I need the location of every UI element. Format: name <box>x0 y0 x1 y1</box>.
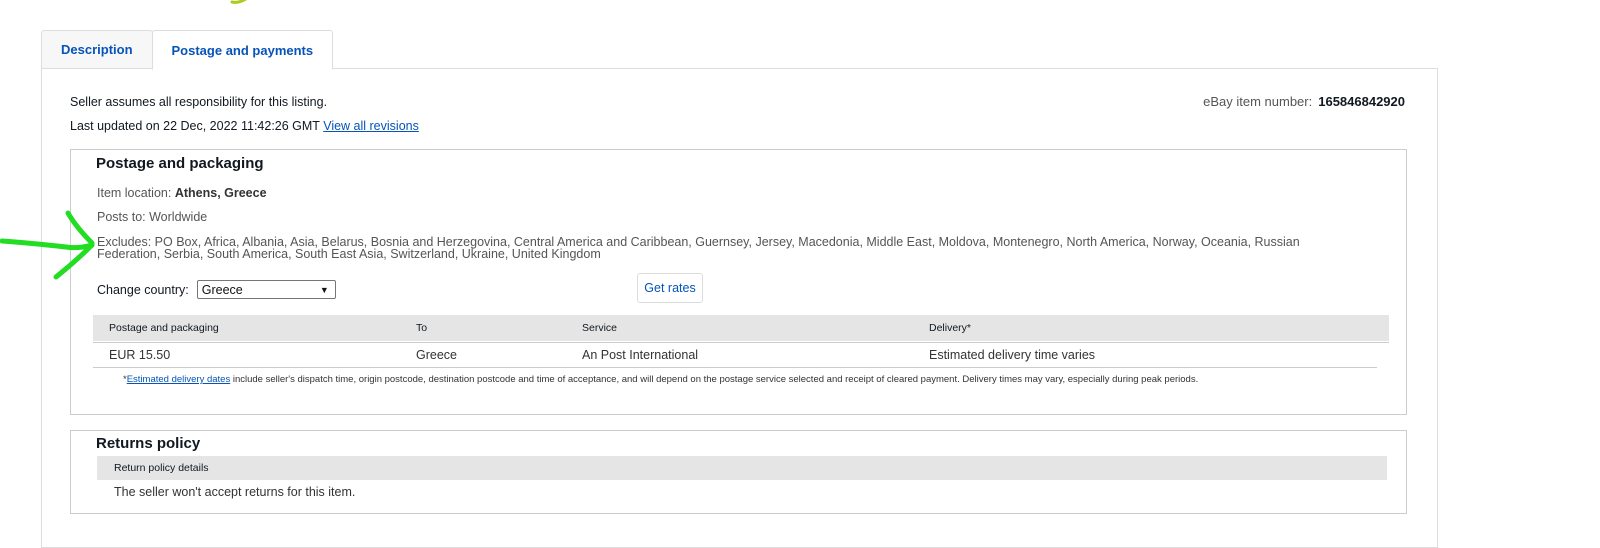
last-updated-text: Last updated on 22 Dec, 2022 11:42:26 GM… <box>70 119 320 133</box>
returns-title: Returns policy <box>96 435 201 452</box>
col-header-delivery: Delivery* <box>929 322 972 334</box>
item-location-label: Item location: <box>97 186 172 200</box>
annotation-arrow <box>0 210 95 280</box>
delivery-note: *Estimated delivery dates include seller… <box>123 374 1198 385</box>
returns-table-header: Return policy details <box>97 456 1387 480</box>
posts-to: Posts to: Worldwide <box>97 210 208 224</box>
tab-postage-and-payments[interactable]: Postage and payments <box>151 30 334 70</box>
change-country: Change country: Greece ▼ <box>97 280 336 299</box>
returns-text: The seller won't accept returns for this… <box>114 485 356 499</box>
cell-price: EUR 15.50 <box>109 348 171 362</box>
estimated-delivery-dates-link[interactable]: Estimated delivery dates <box>127 374 231 385</box>
item-location: Item location: Athens, Greece <box>97 186 267 200</box>
cell-service: An Post International <box>582 348 699 362</box>
table-row: EUR 15.50 Greece An Post International E… <box>93 342 1389 367</box>
country-select[interactable]: Greece ▼ <box>196 280 336 299</box>
item-number-label: eBay item number: <box>1203 94 1313 109</box>
postage-section: Postage and packaging Item location: Ath… <box>70 149 1407 415</box>
postage-table-header: Postage and packaging To Service Deliver… <box>93 315 1389 341</box>
excludes-list: Excludes: PO Box, Africa, Albania, Asia,… <box>97 235 1300 261</box>
delivery-note-text: include seller's dispatch time, origin p… <box>230 374 1199 385</box>
cell-to: Greece <box>416 348 457 362</box>
tab-description[interactable]: Description <box>41 30 153 68</box>
tab-bar: Description Postage and payments <box>41 30 334 70</box>
country-select-value: Greece <box>201 282 243 297</box>
item-location-value: Athens, Greece <box>174 186 267 200</box>
postage-title: Postage and packaging <box>96 155 264 172</box>
view-all-revisions-link[interactable]: View all revisions <box>323 119 419 133</box>
col-header-postage: Postage and packaging <box>109 322 219 334</box>
tab-panel: Seller assumes all responsibility for th… <box>41 68 1438 548</box>
returns-section: Returns policy Return policy details The… <box>70 430 1407 514</box>
col-header-service: Service <box>582 322 618 334</box>
col-header-to: To <box>416 322 428 334</box>
chevron-down-icon: ▼ <box>319 284 329 295</box>
last-updated: Last updated on 22 Dec, 2022 11:42:26 GM… <box>70 119 419 133</box>
seller-responsibility-note: Seller assumes all responsibility for th… <box>70 95 328 109</box>
item-number: eBay item number: 165846842920 <box>1203 94 1405 109</box>
cell-delivery: Estimated delivery time varies <box>929 348 1096 362</box>
get-rates-button[interactable]: Get rates <box>637 273 703 303</box>
annotation-mark-top <box>230 0 247 4</box>
item-number-value: 165846842920 <box>1318 94 1405 109</box>
change-country-label: Change country: <box>97 282 189 297</box>
divider <box>93 367 1377 368</box>
